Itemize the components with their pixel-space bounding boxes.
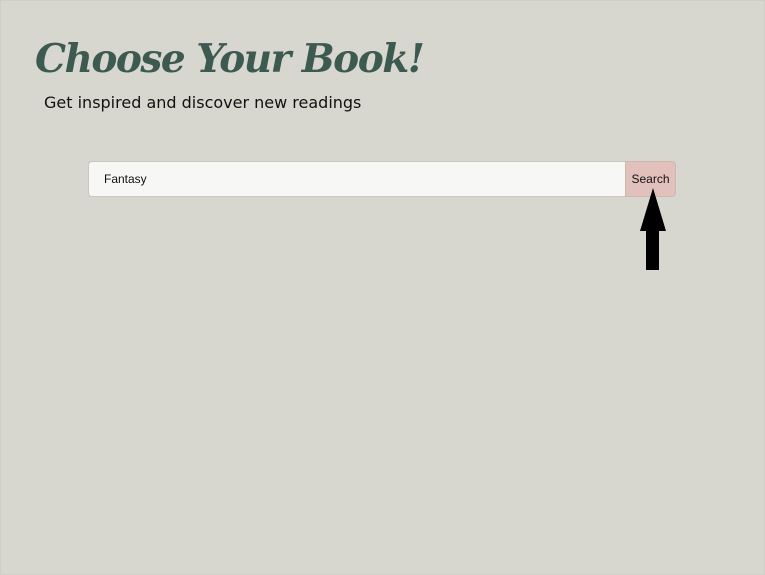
arrow-up-icon (640, 188, 666, 270)
page-subtitle: Get inspired and discover new readings (44, 93, 362, 112)
page-border (0, 0, 765, 575)
page-title: Choose Your Book! (35, 36, 425, 82)
arrow-up-shape (640, 188, 666, 270)
search-form: Search (88, 161, 676, 197)
search-input[interactable] (88, 161, 625, 197)
